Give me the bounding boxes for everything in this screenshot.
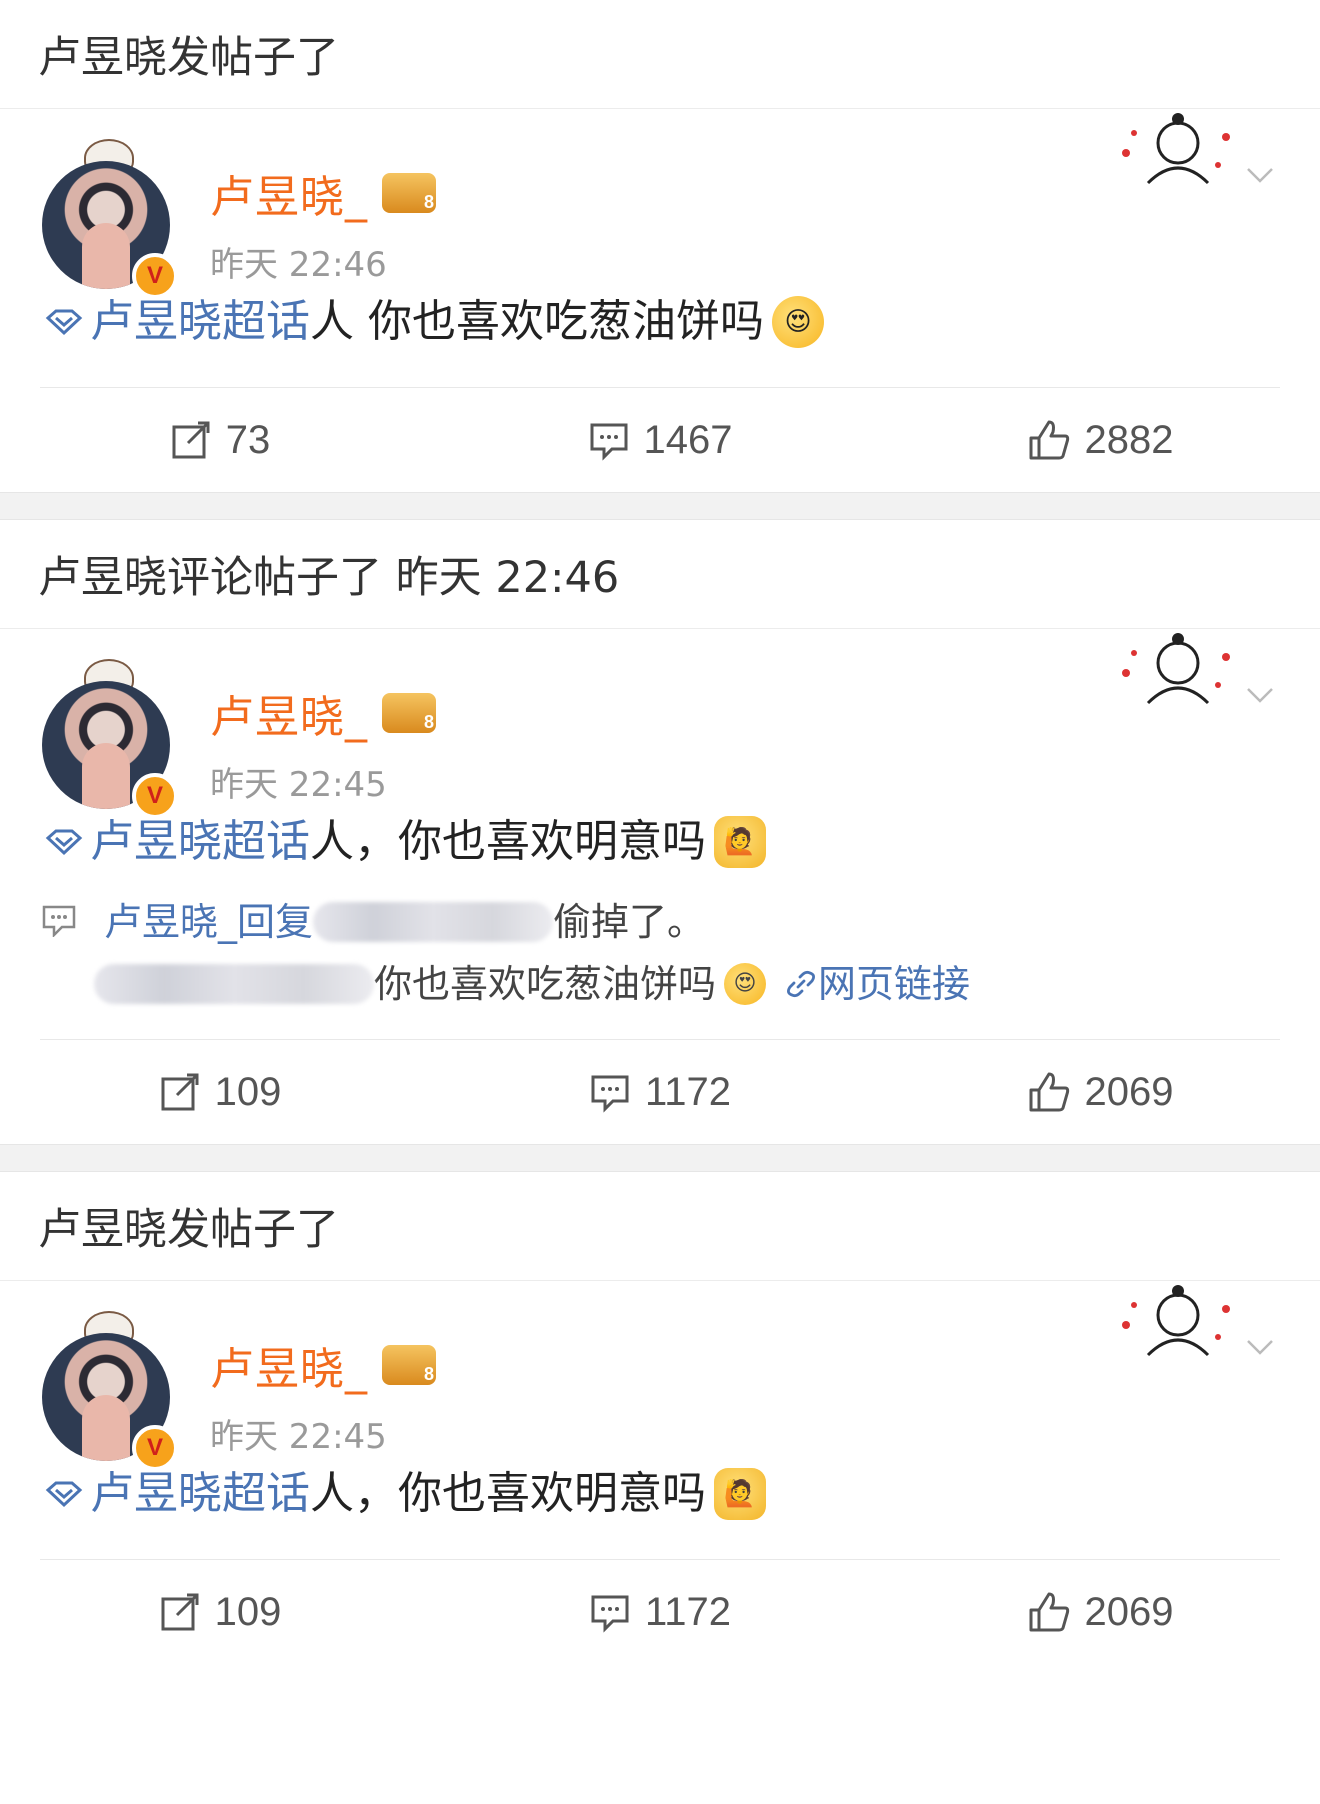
section-gap bbox=[0, 1144, 1320, 1172]
repost-button[interactable]: 109 bbox=[0, 1070, 440, 1115]
comment-button[interactable]: 1467 bbox=[440, 418, 880, 463]
topic-label: 卢昱晓超话 bbox=[90, 1468, 310, 1519]
blurred-username bbox=[313, 902, 554, 942]
raising-hand-emoji-icon: 🙋 bbox=[714, 816, 766, 868]
post-time: 昨天 22:46 bbox=[210, 245, 387, 285]
web-link[interactable]: 网页链接 bbox=[784, 953, 970, 1015]
like-button[interactable]: 2882 bbox=[880, 418, 1320, 463]
verified-badge-icon: V bbox=[132, 253, 178, 299]
diamond-icon bbox=[45, 309, 83, 336]
comment-button[interactable]: 1172 bbox=[440, 1590, 880, 1635]
link-icon bbox=[787, 970, 816, 998]
post-time: 昨天 22:45 bbox=[210, 1417, 387, 1457]
comment-icon bbox=[591, 1075, 629, 1113]
love-emoji-icon: 😍 bbox=[724, 963, 767, 1005]
sticker-decoration-icon bbox=[1122, 1285, 1230, 1357]
diamond-icon bbox=[45, 1481, 83, 1508]
username[interactable]: 卢昱晓_ bbox=[210, 161, 368, 225]
like-button[interactable]: 2069 bbox=[880, 1070, 1320, 1115]
like-count: 2069 bbox=[1084, 1589, 1174, 1634]
verified-badge-icon: V bbox=[132, 773, 178, 819]
thumbs-up-icon bbox=[1029, 420, 1069, 460]
avatar[interactable]: V bbox=[40, 1311, 178, 1471]
post-content: 卢昱晓超话 人 你也喜欢吃葱油饼吗 😍 bbox=[0, 287, 1320, 357]
repost-icon bbox=[172, 421, 210, 459]
thumbs-up-icon bbox=[1029, 1592, 1069, 1632]
post-text: 人 你也喜欢吃葱油饼吗 bbox=[310, 296, 764, 347]
topic-link[interactable]: 卢昱晓超话 bbox=[44, 1459, 310, 1529]
repost-count: 109 bbox=[214, 1589, 282, 1634]
post-content: 卢昱晓超话 人，你也喜欢明意吗 🙋 bbox=[0, 807, 1320, 877]
post-2-header: 卢昱晓评论帖子了 昨天 22:46 bbox=[0, 520, 1320, 629]
section-gap bbox=[0, 492, 1320, 520]
repost-count: 73 bbox=[225, 417, 271, 462]
repost-count: 109 bbox=[214, 1069, 282, 1114]
like-count: 2069 bbox=[1084, 1069, 1174, 1114]
comment-quote-icon bbox=[42, 905, 76, 937]
crown-badge-icon bbox=[382, 173, 436, 213]
blurred-username bbox=[94, 964, 374, 1004]
post-1: V 卢昱晓_ 昨天 22:46 卢昱晓超话 人 你也喜欢吃葱油饼吗 😍 7 bbox=[0, 109, 1320, 492]
post-time: 昨天 22:45 bbox=[210, 765, 387, 805]
reply-author[interactable]: 卢昱晓_回复 bbox=[104, 891, 313, 953]
chevron-down-icon[interactable] bbox=[1245, 1331, 1275, 1361]
love-emoji-icon: 😍 bbox=[772, 296, 824, 348]
verified-badge-icon: V bbox=[132, 1425, 178, 1471]
comment-count: 1467 bbox=[643, 417, 733, 462]
topic-label: 卢昱晓超话 bbox=[90, 816, 310, 867]
action-bar: 109 1172 2069 bbox=[0, 1560, 1320, 1664]
comment-icon bbox=[591, 1595, 629, 1633]
like-count: 2882 bbox=[1084, 417, 1174, 462]
action-bar: 109 1172 2069 bbox=[0, 1040, 1320, 1144]
crown-badge-icon bbox=[382, 693, 436, 733]
topic-link[interactable]: 卢昱晓超话 bbox=[44, 287, 310, 357]
post-1-header: 卢昱晓发帖子了 bbox=[0, 0, 1320, 109]
topic-label: 卢昱晓超话 bbox=[90, 296, 310, 347]
web-link-label: 网页链接 bbox=[818, 962, 971, 1006]
like-button[interactable]: 2069 bbox=[880, 1590, 1320, 1635]
comment-button[interactable]: 1172 bbox=[440, 1070, 880, 1115]
post-text: 人，你也喜欢明意吗 bbox=[310, 1468, 706, 1519]
avatar[interactable]: V bbox=[40, 659, 178, 819]
raising-hand-emoji-icon: 🙋 bbox=[714, 1468, 766, 1520]
comment-icon bbox=[590, 423, 627, 461]
diamond-icon bbox=[45, 829, 83, 856]
username[interactable]: 卢昱晓_ bbox=[210, 1333, 368, 1397]
reply-text: 你也喜欢吃葱油饼吗 bbox=[374, 962, 717, 1006]
post-text: 人，你也喜欢明意吗 bbox=[310, 816, 706, 867]
sticker-decoration-icon bbox=[1122, 113, 1230, 185]
reply-suffix: 偷掉了。 bbox=[553, 900, 706, 944]
topic-link[interactable]: 卢昱晓超话 bbox=[44, 807, 310, 877]
repost-button[interactable]: 73 bbox=[0, 418, 440, 463]
comment-count: 1172 bbox=[644, 1069, 731, 1114]
thumbs-up-icon bbox=[1029, 1072, 1069, 1112]
post-3-header: 卢昱晓发帖子了 bbox=[0, 1172, 1320, 1281]
chevron-down-icon[interactable] bbox=[1245, 679, 1275, 709]
username[interactable]: 卢昱晓_ bbox=[210, 681, 368, 745]
crown-badge-icon bbox=[382, 1345, 436, 1385]
post-content: 卢昱晓超话 人，你也喜欢明意吗 🙋 bbox=[0, 1459, 1320, 1529]
sticker-decoration-icon bbox=[1122, 633, 1230, 705]
comment-count: 1172 bbox=[644, 1589, 731, 1634]
avatar[interactable]: V bbox=[40, 139, 178, 299]
repost-icon bbox=[161, 1593, 199, 1631]
reply-quote[interactable]: 卢昱晓_回复 偷掉了。 你也喜欢吃葱油饼吗 😍 网页链接 bbox=[0, 891, 1320, 1015]
repost-button[interactable]: 109 bbox=[0, 1590, 440, 1635]
post-2: V 卢昱晓_ 昨天 22:45 卢昱晓超话 人，你也喜欢明意吗 🙋 卢昱晓_回复 bbox=[0, 629, 1320, 1144]
repost-icon bbox=[161, 1073, 199, 1111]
chevron-down-icon[interactable] bbox=[1245, 159, 1275, 189]
post-3: V 卢昱晓_ 昨天 22:45 卢昱晓超话 人，你也喜欢明意吗 🙋 109 bbox=[0, 1281, 1320, 1664]
action-bar: 73 1467 2882 bbox=[0, 388, 1320, 492]
